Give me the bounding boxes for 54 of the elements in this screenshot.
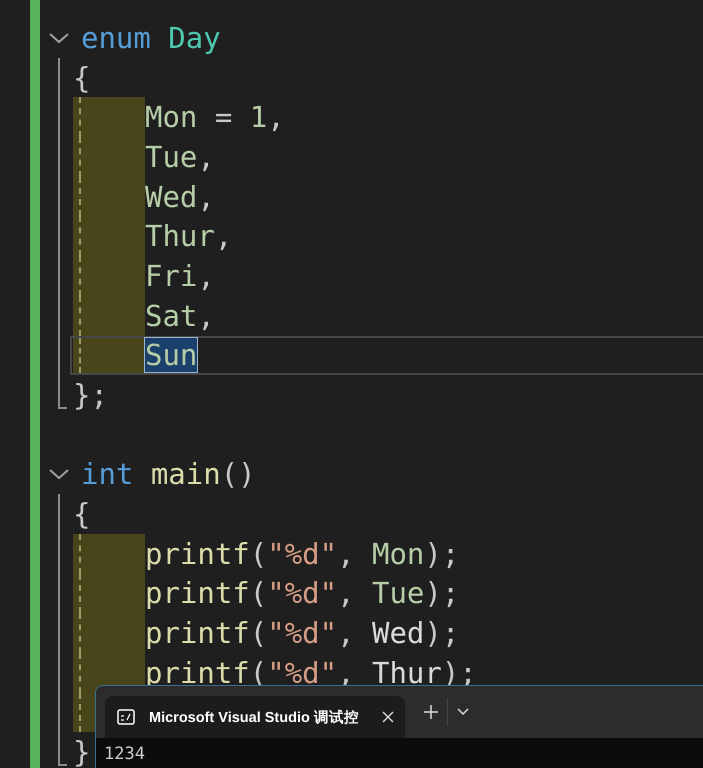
- console-output: 1234: [104, 744, 145, 764]
- selected-text: Sun: [145, 338, 198, 372]
- code-token: {: [73, 60, 90, 95]
- dropdown-button[interactable]: [456, 707, 470, 717]
- code-token: ,: [197, 180, 215, 214]
- terminal-tab[interactable]: Microsoft Visual Studio 调试控: [105, 696, 405, 738]
- new-tab-button[interactable]: [423, 704, 439, 720]
- code-token: "%d": [267, 576, 338, 610]
- code-token: =: [214, 100, 234, 134]
- code-token: ,: [337, 576, 356, 610]
- code-token: (): [220, 457, 256, 492]
- code-token: ,: [267, 100, 285, 134]
- code-token: );: [424, 616, 460, 650]
- code-token: Mon: [145, 100, 198, 134]
- code-token: printf: [145, 576, 250, 610]
- code-token: (: [250, 536, 268, 571]
- code-token: 1: [250, 100, 268, 134]
- fold-chevron-icon[interactable]: [48, 30, 70, 45]
- code-token: {: [73, 497, 90, 532]
- code-token: ,: [337, 616, 356, 650]
- code-token: Mon: [372, 536, 424, 571]
- code-token: (: [250, 576, 268, 610]
- tab-title: Microsoft Visual Studio 调试控: [149, 708, 360, 726]
- code-token: Wed: [145, 180, 198, 214]
- code-token: Fri: [145, 258, 198, 293]
- code-token: ,: [197, 298, 215, 333]
- fold-chevron-icon[interactable]: [48, 467, 70, 482]
- code-token: );: [424, 536, 460, 571]
- code-token: );: [424, 576, 460, 610]
- code-token: printf: [145, 656, 250, 690]
- code-token: }: [73, 735, 90, 768]
- code-token: Day: [168, 20, 221, 55]
- code-token: main: [150, 457, 221, 492]
- code-token: "%d": [267, 536, 338, 571]
- code-token: "%d": [267, 616, 338, 650]
- code-token: Tue: [145, 140, 198, 174]
- code-token: Wed: [372, 616, 424, 650]
- console-icon: [117, 709, 135, 725]
- code-token: Sat: [145, 298, 198, 333]
- code-token: (: [250, 616, 268, 650]
- code-token: ,: [214, 219, 232, 254]
- code-token: Thur: [372, 656, 442, 690]
- code-token: ,: [197, 258, 215, 293]
- code-token: "%d": [267, 656, 338, 690]
- code-token: Tue: [372, 576, 424, 610]
- code-token: ,: [197, 140, 215, 174]
- code-token: };: [73, 378, 108, 412]
- code-token: enum: [81, 20, 151, 55]
- code-token: int: [81, 457, 134, 492]
- code-token: Thur: [145, 219, 215, 254]
- close-tab-button[interactable]: [381, 710, 395, 724]
- code-token: ,: [337, 536, 356, 571]
- code-token: printf: [145, 536, 250, 571]
- code-token: printf: [145, 616, 250, 650]
